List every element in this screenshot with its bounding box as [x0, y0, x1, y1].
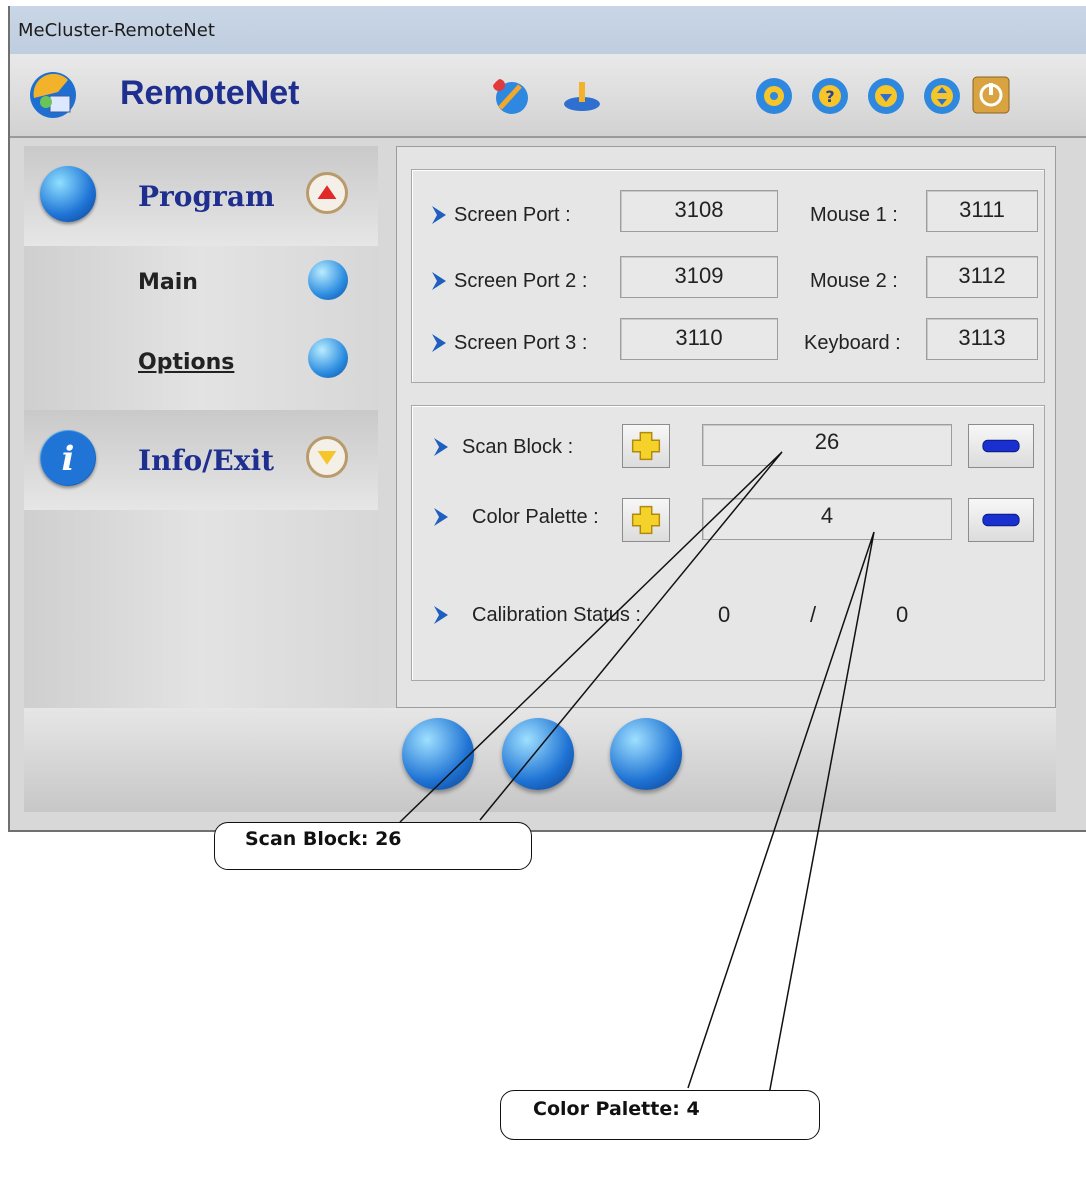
callout-pointers — [399, 451, 875, 1101]
color-palette-callout: Color Palette: 4 — [500, 1090, 820, 1140]
scan-block-callout: Scan Block: 26 — [214, 822, 532, 870]
